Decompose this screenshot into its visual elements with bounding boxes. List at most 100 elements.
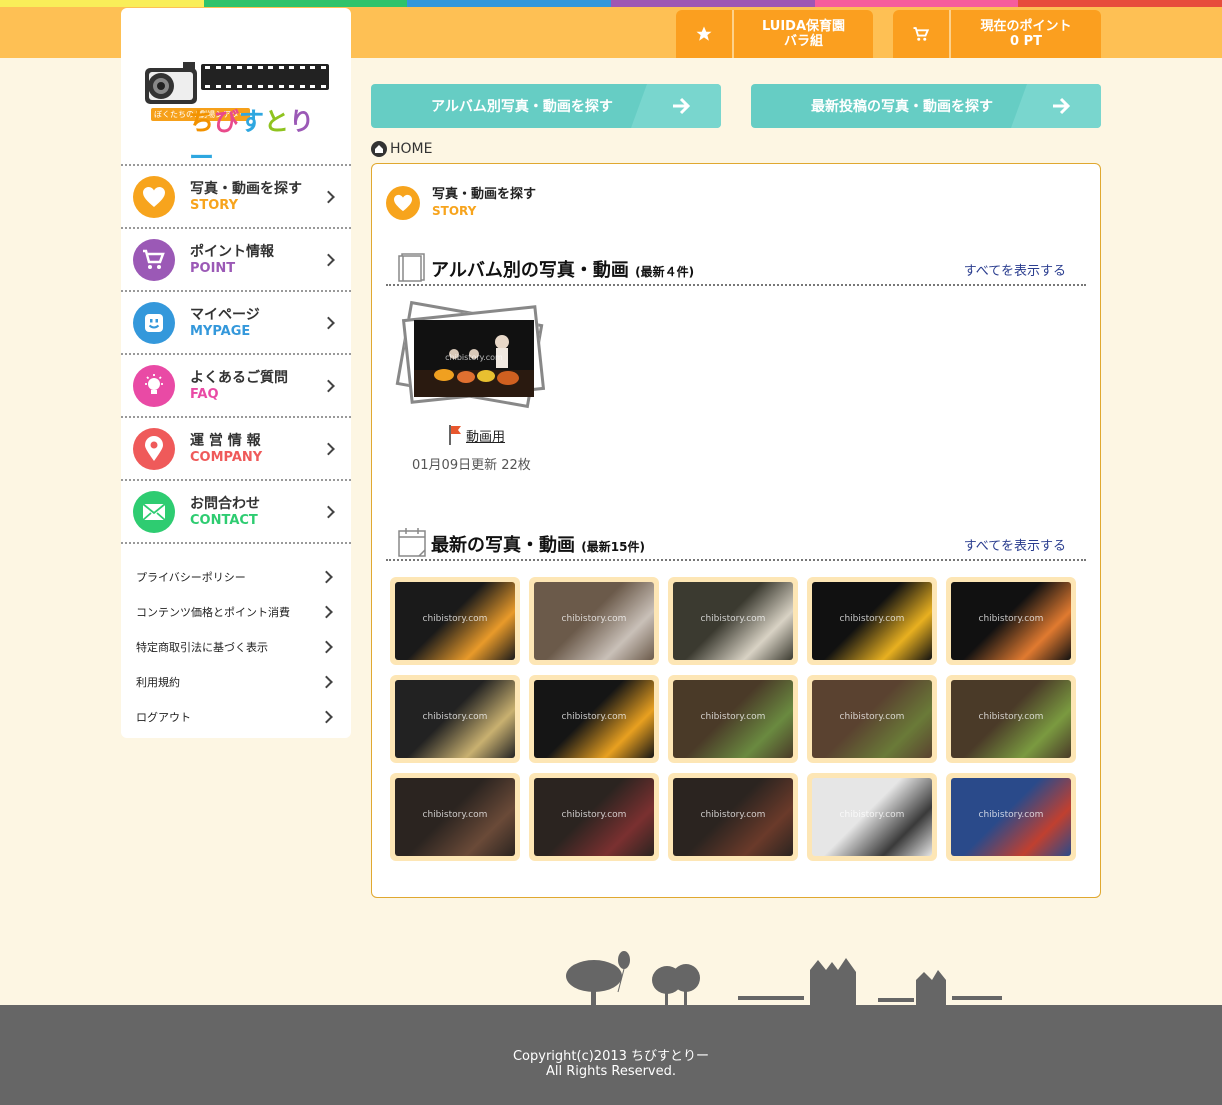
content-panel: 写真・動画を探す STORY アルバム別の写真・動画 (最新４件) すべてを表示… <box>371 163 1101 898</box>
album-section-header: アルバム別の写真・動画 (最新４件) すべてを表示する <box>386 246 1086 286</box>
thumbnail[interactable]: chibistory.com <box>946 675 1076 763</box>
thumbnail[interactable]: chibistory.com <box>390 675 520 763</box>
sidebar-item-faq[interactable]: よくあるご質問 FAQ <box>121 355 351 418</box>
section-count: (最新15件) <box>581 540 645 554</box>
chevron-right-icon <box>322 442 335 455</box>
thumbnail[interactable]: chibistory.com <box>946 577 1076 665</box>
thumbnail[interactable]: chibistory.com <box>668 675 798 763</box>
class-school-name: LUIDA保育園 <box>761 19 846 34</box>
link-commercial-law[interactable]: 特定商取引法に基づく表示 <box>121 629 351 664</box>
chevron-right-icon <box>320 675 333 688</box>
page-subtitle: STORY <box>432 204 477 218</box>
rainbow-segment <box>0 0 204 7</box>
chevron-right-icon <box>322 316 335 329</box>
book-icon <box>398 253 425 282</box>
flag-icon <box>449 425 461 445</box>
link-privacy[interactable]: プライバシーポリシー <box>121 559 351 594</box>
thumbnail[interactable]: chibistory.com <box>390 577 520 665</box>
thumbnail-image: chibistory.com <box>395 680 515 758</box>
thumbnail-image: chibistory.com <box>673 582 793 660</box>
thumbnail-image: chibistory.com <box>951 778 1071 856</box>
watermark-text: chibistory.com <box>561 614 627 624</box>
logo-char: ち <box>189 107 215 136</box>
album-card[interactable]: chibistory.com 動画用 01月09日更新 22枚 <box>395 300 551 474</box>
rainbow-segment <box>1018 0 1222 7</box>
thumbnail-image: chibistory.com <box>395 778 515 856</box>
rights-reserved: All Rights Reserved. <box>545 1064 677 1079</box>
breadcrumb-home[interactable]: HOME <box>390 141 432 157</box>
watermark-text: chibistory.com <box>445 353 503 362</box>
breadcrumb: HOME <box>371 141 432 157</box>
thumbnail-image: chibistory.com <box>812 582 932 660</box>
watermark-text: chibistory.com <box>839 614 905 624</box>
logo-char: び <box>214 107 240 136</box>
sidebar-item-company[interactable]: 運 営 情 報 COMPANY <box>121 418 351 481</box>
thumbnail[interactable]: chibistory.com <box>529 675 659 763</box>
album-name: 動画用 <box>448 424 505 446</box>
thumbnail[interactable]: chibistory.com <box>529 773 659 861</box>
thumbnail[interactable]: chibistory.com <box>807 577 937 665</box>
arrow-right-icon <box>673 97 691 115</box>
thumbnail-image: chibistory.com <box>395 582 515 660</box>
sidebar-item-contact[interactable]: お問合わせ CONTACT <box>121 481 351 544</box>
watermark-text: chibistory.com <box>422 712 488 722</box>
site-logo[interactable]: ぼくたちの♪劇場シアター ちびすとりー <box>137 50 333 172</box>
latest-section-header: 最新の写真・動画 (最新15件) すべてを表示する <box>386 521 1086 561</box>
sidebar-item-sublabel: COMPANY <box>190 449 263 465</box>
sidebar-links: プライバシーポリシー コンテンツ価格とポイント消費 特定商取引法に基づく表示 利… <box>121 559 351 734</box>
calendar-icon <box>398 528 426 557</box>
mail-icon <box>133 490 175 533</box>
thumbnail-image: chibistory.com <box>534 582 654 660</box>
rainbow-segment <box>814 0 1019 7</box>
watermark-text: chibistory.com <box>700 712 766 722</box>
chevron-right-icon <box>322 190 335 203</box>
section-title-text: 最新の写真・動画 <box>431 535 575 556</box>
link-label: 利用規約 <box>136 675 180 689</box>
sidebar-item-label: 写真・動画を探す <box>190 180 302 197</box>
sidebar-item-sublabel: POINT <box>190 260 236 276</box>
show-all-albums-link[interactable]: すべてを表示する <box>964 260 1066 279</box>
watermark-text: chibistory.com <box>978 712 1044 722</box>
cart-icon <box>893 10 951 58</box>
search-by-album-button[interactable]: アルバム別写真・動画を探す <box>371 84 721 128</box>
film-strip <box>201 64 329 90</box>
sidebar-item-mypage[interactable]: マイページ MYPAGE <box>121 292 351 355</box>
album-name-label[interactable]: 動画用 <box>466 426 505 445</box>
points-label: 現在のポイント <box>980 19 1072 34</box>
link-logout[interactable]: ログアウト <box>121 699 351 734</box>
thumbnail[interactable]: chibistory.com <box>668 577 798 665</box>
section-count: (最新４件) <box>635 265 695 279</box>
sidebar: ぼくたちの♪劇場シアター ちびすとりー 写真・動画を探す STORY ポイント情… <box>121 8 351 738</box>
thumbnail-image: chibistory.com <box>673 778 793 856</box>
chevron-right-icon <box>322 379 335 392</box>
thumbnail[interactable]: chibistory.com <box>529 577 659 665</box>
sidebar-item-story[interactable]: 写真・動画を探す STORY <box>121 166 351 229</box>
sidebar-item-label: マイページ <box>190 306 260 323</box>
sidebar-item-point[interactable]: ポイント情報 POINT <box>121 229 351 292</box>
thumbnail[interactable]: chibistory.com <box>807 773 937 861</box>
chevron-right-icon <box>322 505 335 518</box>
class-name: バラ組 <box>783 34 823 49</box>
thumbnail[interactable]: chibistory.com <box>390 773 520 861</box>
search-latest-button[interactable]: 最新投稿の写真・動画を探す <box>751 84 1101 128</box>
rainbow-strip <box>0 0 1222 7</box>
thumbnail[interactable]: chibistory.com <box>946 773 1076 861</box>
show-all-latest-link[interactable]: すべてを表示する <box>964 535 1066 554</box>
chevron-right-icon <box>320 570 333 583</box>
thumbnail[interactable]: chibistory.com <box>807 675 937 763</box>
link-pricing[interactable]: コンテンツ価格とポイント消費 <box>121 594 351 629</box>
thumbnail-image: chibistory.com <box>951 582 1071 660</box>
link-terms[interactable]: 利用規約 <box>121 664 351 699</box>
face-icon <box>133 301 175 344</box>
arrow-right-icon <box>1053 97 1071 115</box>
rainbow-segment <box>203 0 408 7</box>
rainbow-segment <box>611 0 815 7</box>
points-button[interactable]: 現在のポイント 0 PT <box>893 10 1101 58</box>
class-button[interactable]: LUIDA保育園 バラ組 <box>676 10 873 58</box>
sidebar-nav: 写真・動画を探す STORY ポイント情報 POINT マイページ MYPAGE <box>121 164 351 544</box>
link-label: プライバシーポリシー <box>136 570 246 584</box>
thumbnail[interactable]: chibistory.com <box>668 773 798 861</box>
section-title-text: アルバム別の写真・動画 <box>431 260 629 281</box>
footer: Copyright(c)2013 ちびすとりー All Rights Reser… <box>0 1005 1222 1105</box>
watermark-text: chibistory.com <box>561 712 627 722</box>
